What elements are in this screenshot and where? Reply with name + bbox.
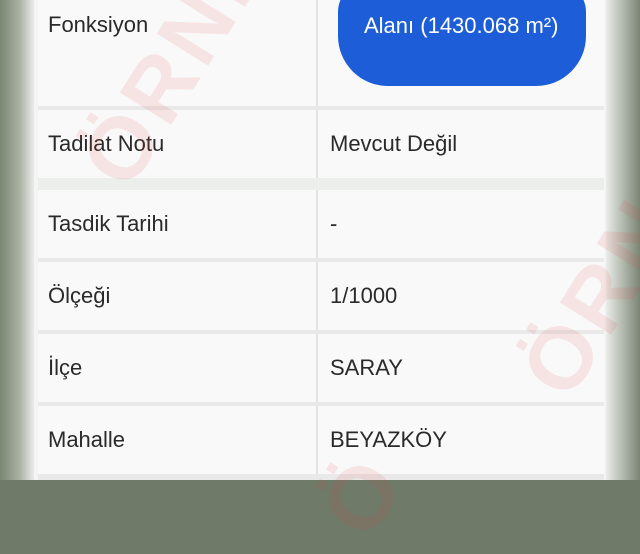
table-row-tadilat-notu: Tadilat Notu Mevcut Değil — [38, 110, 604, 178]
ilce-value: SARAY — [330, 355, 403, 380]
tadilat-notu-label: Tadilat Notu — [48, 131, 165, 156]
mahalle-label: Mahalle — [48, 427, 126, 452]
row-value: 1/1000 — [318, 262, 604, 330]
olcegi-label: Ölçeği — [48, 283, 111, 308]
tadilat-notu-value: Mevcut Değil — [330, 131, 458, 156]
row-label: Tasdik Tarihi — [38, 190, 318, 258]
row-label: Ölçeği — [38, 262, 318, 330]
row-label: Mahalle — [38, 406, 318, 474]
row-divider — [38, 474, 604, 480]
fonksiyon-label: Fonksiyon — [48, 12, 149, 37]
ilce-label: İlçe — [48, 355, 83, 380]
row-label: İlçe — [38, 334, 318, 402]
section-gap — [38, 178, 604, 190]
mahalle-value: BEYAZKÖY — [330, 427, 447, 452]
row-value: BEYAZKÖY — [318, 406, 604, 474]
table-row-tasdik-tarihi: Tasdik Tarihi - — [38, 190, 604, 258]
row-label: Tadilat Notu — [38, 110, 318, 178]
row-value: - — [318, 190, 604, 258]
table-row-ilce: İlçe SARAY — [38, 334, 604, 402]
table-row-olcegi: Ölçeği 1/1000 — [38, 262, 604, 330]
tasdik-tarihi-value: - — [330, 211, 338, 236]
fonksiyon-value: Alanı (1430.068 m²) — [364, 13, 559, 38]
row-value: Mevcut Değil — [318, 110, 604, 178]
tasdik-tarihi-label: Tasdik Tarihi — [48, 211, 169, 236]
table-row-mahalle: Mahalle BEYAZKÖY — [38, 406, 604, 474]
olcegi-value: 1/1000 — [330, 283, 398, 308]
row-label: Fonksiyon — [38, 0, 318, 106]
row-value: SARAY — [318, 334, 604, 402]
function-badge[interactable]: Alanı (1430.068 m²) — [338, 0, 586, 86]
